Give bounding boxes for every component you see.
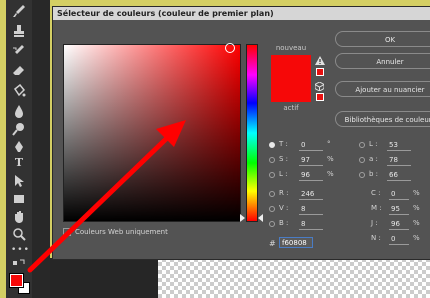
current-color-label: actif (283, 104, 299, 112)
red-radio[interactable] (269, 191, 275, 197)
magenta-unit: % (413, 204, 420, 212)
hue-radio[interactable] (269, 142, 275, 148)
current-color-swatch[interactable] (271, 79, 311, 102)
type-icon[interactable]: T (11, 156, 27, 170)
yellow-field[interactable]: 96 (389, 219, 409, 230)
green-radio[interactable] (269, 206, 275, 212)
saturation-label: S : (279, 155, 289, 163)
lab-b-field[interactable]: 66 (387, 170, 411, 181)
color-picker-dialog: Sélecteur de couleurs (couleur de premie… (52, 6, 430, 260)
transparent-canvas[interactable] (158, 258, 430, 298)
web-colors-only-checkbox[interactable] (63, 228, 71, 236)
hex-color-input[interactable]: f60808 (279, 237, 313, 248)
cyan-row: C : 0 % (371, 189, 430, 200)
black-field[interactable]: 0 (389, 234, 409, 245)
dodge-icon[interactable] (11, 122, 27, 136)
lab-l-radio[interactable] (359, 142, 365, 148)
lab-a-label: a : (369, 155, 378, 163)
brightness-row: L : 96 % (269, 170, 349, 181)
black-unit: % (413, 234, 420, 242)
saturation-radio[interactable] (269, 157, 275, 163)
new-color-swatch (271, 55, 311, 79)
color-libraries-button[interactable]: Bibliothèques de couleurs (335, 111, 430, 127)
history-brush-icon[interactable] (11, 44, 27, 58)
hue-unit: ° (327, 140, 331, 148)
path-selection-icon[interactable] (11, 174, 27, 188)
paint-bucket-icon[interactable] (11, 84, 27, 98)
red-field[interactable]: 246 (299, 189, 323, 200)
lab-l-field[interactable]: 53 (387, 140, 411, 151)
web-safe-cube-icon[interactable] (314, 81, 325, 92)
hex-prefix: # (269, 239, 276, 248)
stamp-icon[interactable] (11, 24, 27, 38)
lab-a-radio[interactable] (359, 157, 365, 163)
hand-icon[interactable] (11, 210, 27, 224)
blur-icon[interactable] (11, 104, 27, 118)
out-of-gamut-warning-icon[interactable] (315, 56, 325, 65)
dialog-title: Sélecteur de couleurs (couleur de premie… (53, 7, 430, 20)
new-color-label: nouveau (275, 44, 307, 52)
brush-icon[interactable] (11, 4, 27, 18)
color-picker-ring[interactable] (225, 43, 235, 53)
red-label: R : (279, 189, 289, 197)
yellow-unit: % (413, 219, 420, 227)
saturation-field[interactable]: 97 (299, 155, 323, 166)
blue-field[interactable]: 8 (299, 219, 323, 230)
blue-row: B : 8 (269, 219, 349, 230)
lab-l-row: L : 53 (359, 140, 430, 151)
cyan-unit: % (413, 189, 420, 197)
eraser-icon[interactable] (11, 64, 27, 78)
black-label: N : (371, 234, 381, 242)
lab-b-row: b : 66 (359, 170, 430, 181)
cyan-label: C : (371, 189, 381, 197)
lab-b-label: b : (369, 170, 379, 178)
hue-label: T : (279, 140, 288, 148)
pen-icon[interactable] (11, 140, 27, 154)
cancel-button[interactable]: Annuler (335, 53, 430, 69)
tools-panel: T ••• (6, 0, 33, 298)
cyan-field[interactable]: 0 (389, 189, 409, 200)
hue-slider-handle-right[interactable] (258, 214, 263, 222)
blue-radio[interactable] (269, 221, 275, 227)
magenta-label: M : (371, 204, 382, 212)
lab-b-radio[interactable] (359, 172, 365, 178)
saturation-unit: % (327, 155, 334, 163)
saturation-row: S : 97 % (269, 155, 349, 166)
lab-l-label: L : (369, 140, 378, 148)
hue-field[interactable]: 0 (299, 140, 323, 151)
swap-colors-icon[interactable] (11, 258, 27, 272)
brightness-label: L : (279, 170, 288, 178)
green-field[interactable]: 8 (299, 204, 323, 215)
rectangle-icon[interactable] (11, 192, 27, 206)
hue-slider[interactable] (246, 44, 258, 222)
add-to-swatches-button[interactable]: Ajouter au nuancier (335, 81, 430, 97)
ok-button[interactable]: OK (335, 31, 430, 47)
web-colors-only-option[interactable]: Couleurs Web uniquement (63, 228, 183, 238)
magenta-field[interactable]: 95 (389, 204, 409, 215)
panel-gutter (32, 0, 50, 298)
lab-a-field[interactable]: 78 (387, 155, 411, 166)
more-tools-icon[interactable]: ••• (11, 243, 29, 257)
zoom-icon[interactable] (11, 227, 27, 241)
foreground-color-swatch[interactable] (9, 273, 24, 288)
web-colors-only-label: Couleurs Web uniquement (75, 228, 168, 236)
blue-label: B : (279, 219, 289, 227)
saturation-brightness-field[interactable] (63, 44, 241, 222)
web-safe-correction-swatch[interactable] (316, 93, 324, 101)
brightness-unit: % (327, 170, 334, 178)
canvas-background (50, 258, 158, 298)
magenta-row: M : 95 % (371, 204, 430, 215)
brightness-radio[interactable] (269, 172, 275, 178)
lab-a-row: a : 78 (359, 155, 430, 166)
black-row: N : 0 % (371, 234, 430, 245)
green-row: V : 8 (269, 204, 349, 215)
red-row: R : 246 (269, 189, 349, 200)
gamut-correction-swatch[interactable] (316, 68, 324, 76)
yellow-row: J : 96 % (371, 219, 430, 230)
green-label: V : (279, 204, 289, 212)
hue-slider-handle-left[interactable] (240, 214, 245, 222)
brightness-field[interactable]: 96 (299, 170, 323, 181)
yellow-label: J : (371, 219, 378, 227)
hue-row: T : 0 ° (269, 140, 349, 151)
